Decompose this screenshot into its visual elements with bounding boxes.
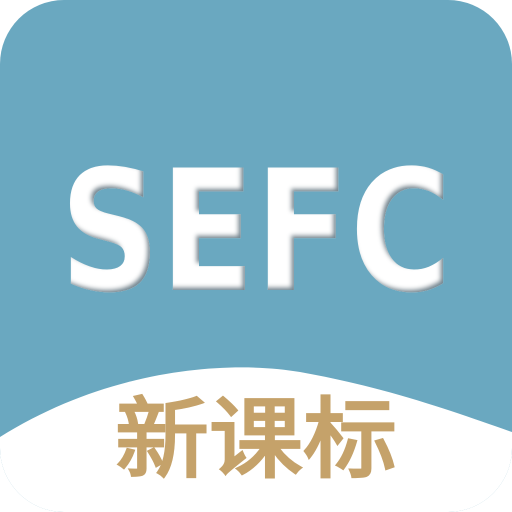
app-icon-graphic: SEFC 新课标 [0, 0, 512, 512]
app-icon[interactable]: SEFC 新课标 [0, 0, 512, 512]
caption-text: 新课标 [115, 388, 397, 491]
logo-text: SEFC [60, 134, 452, 330]
